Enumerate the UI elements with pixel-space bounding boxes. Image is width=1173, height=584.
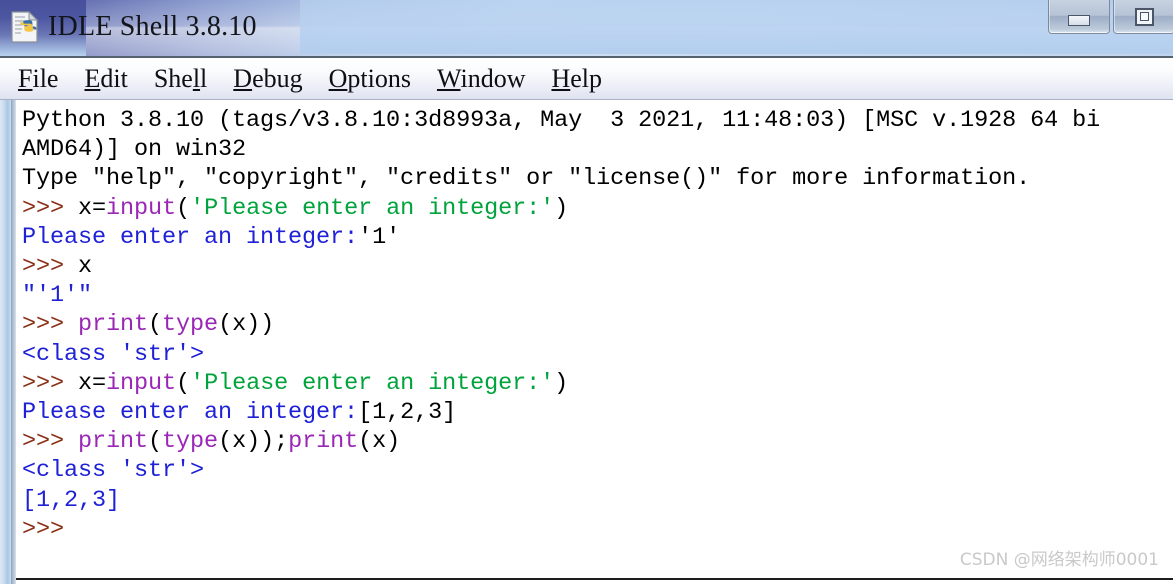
console-line: <class 'str'> — [22, 456, 1173, 485]
console-span-output: Please enter an integer: — [22, 399, 359, 427]
shell-output-area[interactable]: Python 3.8.10 (tags/v3.8.10:3d8993a, May… — [16, 100, 1173, 584]
idle-shell-window: IDLE Shell 3.8.10 File Edit Shell Debug Opti… — [0, 0, 1173, 584]
menu-bar: File Edit Shell Debug Options Window Help — [0, 58, 1173, 100]
console-span-plain: ( — [148, 428, 163, 456]
console-span-builtin: input — [106, 194, 177, 222]
console-line: <class 'str'> — [22, 340, 1173, 369]
minimize-icon — [1068, 14, 1090, 26]
console-line: "'1'" — [22, 281, 1173, 310]
window-frame-left — [0, 100, 16, 584]
maximize-button[interactable] — [1113, 0, 1173, 34]
menu-item-shell[interactable]: Shell — [154, 64, 207, 94]
console-span-plain: [1,2,3] — [358, 399, 457, 427]
console-span-builtin: input — [106, 369, 177, 397]
console-span-plain: ( — [176, 194, 191, 222]
console-span-output: <class 'str'> — [22, 457, 205, 485]
console-span-prompt: >>> — [22, 311, 79, 339]
console-span-plain: Type "help", "copyright", "credits" or "… — [22, 165, 1031, 193]
console-span-plain: ( — [148, 311, 163, 339]
console-span-plain: Python 3.8.10 (tags/v3.8.10:3d8993a, May… — [22, 107, 1101, 134]
console-span-output: [1,2,3] — [22, 486, 121, 514]
console-line: AMD64)] on win32 — [22, 135, 1173, 164]
menu-item-window[interactable]: Window — [437, 64, 526, 94]
console-span-builtin: print — [288, 428, 359, 456]
console-line: Please enter an integer:'1' — [22, 223, 1173, 252]
console-span-output: <class 'str'> — [22, 340, 205, 368]
console-span-plain: (x)) — [218, 311, 275, 339]
shell-text: Python 3.8.10 (tags/v3.8.10:3d8993a, May… — [22, 106, 1173, 544]
console-span-prompt: >>> — [22, 253, 79, 281]
watermark: CSDN @网络架构师0001 — [959, 550, 1159, 570]
console-span-builtin: type — [162, 311, 219, 339]
console-line: [1,2,3] — [22, 486, 1173, 515]
title-bar-content: IDLE Shell 3.8.10 — [10, 4, 257, 50]
console-line: Please enter an integer:[1,2,3] — [22, 398, 1173, 427]
menu-item-debug[interactable]: Debug — [233, 64, 302, 94]
console-span-plain: ( — [176, 369, 191, 397]
console-span-string: 'Please enter an integer:' — [190, 369, 555, 397]
window-controls — [1048, 0, 1173, 34]
console-span-output: Please enter an integer: — [22, 223, 359, 251]
console-span-builtin: print — [78, 428, 149, 456]
console-span-prompt: >>> — [22, 369, 79, 397]
console-line: >>> x=input('Please enter an integer:') — [22, 194, 1173, 223]
console-span-plain: (x) — [358, 428, 401, 456]
maximize-icon — [1134, 7, 1154, 26]
menu-item-file[interactable]: File — [18, 64, 58, 94]
menu-item-edit[interactable]: Edit — [84, 64, 127, 94]
minimize-button[interactable] — [1048, 0, 1110, 34]
menu-item-help[interactable]: Help — [551, 64, 602, 94]
console-line: >>> — [22, 515, 1173, 544]
console-line: >>> print(type(x)) — [22, 310, 1173, 339]
console-bottom-border — [16, 578, 1173, 580]
console-span-plain: x= — [78, 369, 107, 397]
console-span-builtin: type — [162, 428, 219, 456]
console-line: >>> x=input('Please enter an integer:') — [22, 369, 1173, 398]
console-line: Type "help", "copyright", "credits" or "… — [22, 164, 1173, 193]
console-span-plain: (x)); — [218, 428, 289, 456]
console-line: >>> print(type(x));print(x) — [22, 427, 1173, 456]
console-span-plain: AMD64)] on win32 — [22, 136, 247, 164]
console-span-string: 'Please enter an integer:' — [190, 194, 555, 222]
console-span-prompt: >>> — [22, 194, 79, 222]
console-span-prompt: >>> — [22, 428, 79, 456]
console-span-plain: x — [78, 253, 93, 281]
menu-item-options[interactable]: Options — [329, 64, 411, 94]
console-span-plain: ) — [554, 369, 569, 397]
console-span-plain: '1' — [358, 223, 401, 251]
window-title: IDLE Shell 3.8.10 — [48, 11, 257, 42]
python-idle-icon — [10, 10, 40, 44]
console-span-prompt: >>> — [22, 515, 65, 543]
console-span-plain: x= — [78, 194, 107, 222]
console-span-output: "'1'" — [22, 282, 93, 310]
title-bar: IDLE Shell 3.8.10 — [0, 0, 1173, 58]
console-line: Python 3.8.10 (tags/v3.8.10:3d8993a, May… — [22, 106, 1173, 135]
console-span-builtin: print — [78, 311, 149, 339]
console-line: >>> x — [22, 252, 1173, 281]
console-span-plain: ) — [554, 194, 569, 222]
